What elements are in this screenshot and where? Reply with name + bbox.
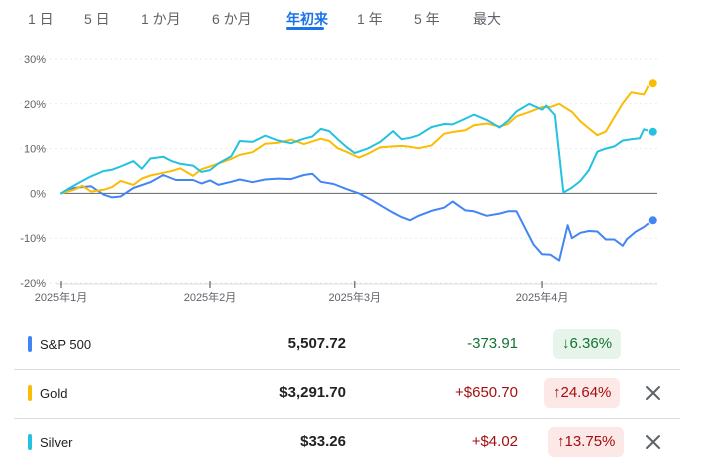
y-tick-label: 20% [24,99,46,111]
row-change: +$650.70 [455,384,518,401]
row-price: $33.26 [300,433,346,450]
y-tick-label: -10% [20,233,46,245]
arrow-down-icon: ↓ [562,335,570,352]
row-change: +$4.02 [471,433,518,450]
comparison-chart: 30% 20% 10% 0% -10% -20%2025年1月 2025年2月 2025年3月… [20,54,658,304]
series-end-dot-gold [647,78,658,89]
tab-max[interactable]: 最大 [473,9,501,29]
series-line-sp500 [60,172,654,262]
tab-5y[interactable]: 5 年 [414,9,440,29]
series-color-swatch [28,385,32,401]
row-sp500[interactable]: S&P 500 5,507.72 -373.91 ↓6.36% [0,321,680,369]
x-tick-label: 2025年3月 [328,290,381,304]
series-line-gold [60,82,654,195]
y-tick-label: 30% [24,54,46,66]
range-tabs: 1 日 5 日 1 か月 6 か月 年初来 1 年 5 年 最大 [0,0,708,34]
row-gold[interactable]: Gold $3,291.70 +$650.70 ↑24.64% [0,370,680,418]
tab-5d[interactable]: 5 日 [84,9,110,29]
arrow-up-icon: ↑ [553,384,561,401]
x-tick-label: 2025年2月 [184,290,237,304]
series-color-swatch [28,434,32,450]
row-name: Silver [40,435,73,450]
tab-1m[interactable]: 1 か月 [141,9,181,29]
row-percent-value: 13.75% [564,433,616,450]
tab-ytd[interactable]: 年初来 [286,9,328,29]
row-name: S&P 500 [40,337,92,352]
row-name: Gold [40,386,68,401]
series-end-dot-silver [647,126,658,137]
row-percent-badge: ↑13.75% [548,427,625,457]
row-percent-value: 6.36% [569,335,613,352]
tab-1d[interactable]: 1 日 [28,9,54,29]
row-change: -373.91 [467,335,518,352]
row-percent-badge: ↓6.36% [553,329,622,359]
y-tick-label: -20% [20,278,46,290]
y-tick-label: 10% [24,144,46,156]
row-silver[interactable]: Silver $33.26 +$4.02 ↑13.75% [0,419,680,467]
tab-6m[interactable]: 6 か月 [212,9,252,29]
series-color-swatch [28,336,32,352]
y-tick-label: 0% [30,188,46,200]
row-price: 5,507.72 [287,335,346,352]
row-price: $3,291.70 [279,384,346,401]
series-end-dot-sp500 [647,215,658,226]
tab-1y[interactable]: 1 年 [357,9,383,29]
row-percent-badge: ↑24.64% [544,378,621,408]
close-icon[interactable] [642,382,664,404]
close-icon[interactable] [642,431,664,453]
arrow-up-icon: ↑ [557,433,565,450]
x-tick-label: 2025年1月 [35,290,88,304]
x-tick-label: 2025年4月 [516,290,569,304]
row-percent-value: 24.64% [560,384,612,401]
